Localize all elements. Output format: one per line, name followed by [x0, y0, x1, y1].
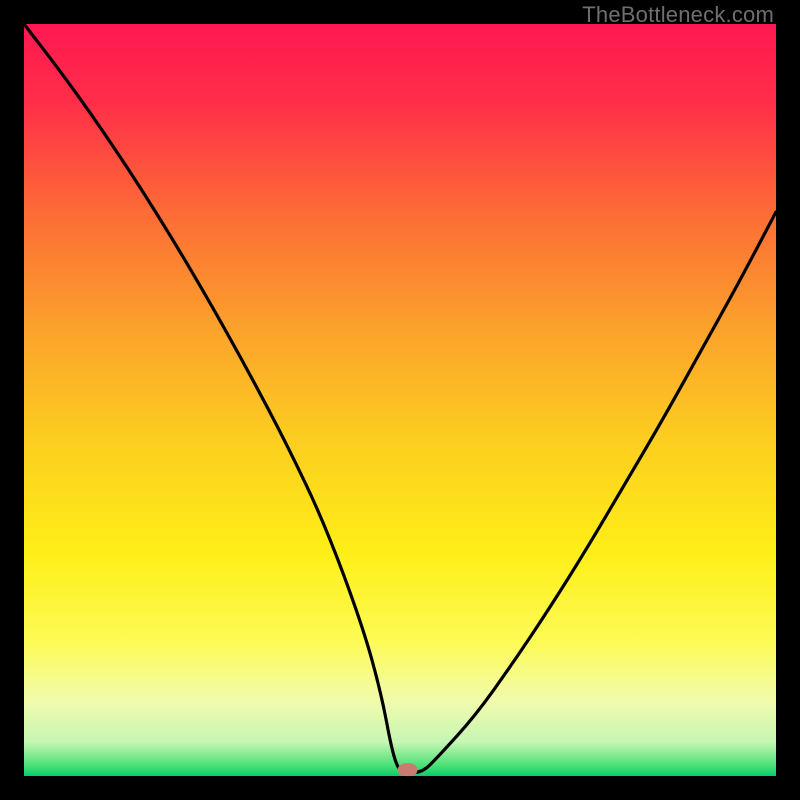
- chart-background: [24, 24, 776, 776]
- chart-frame: [24, 24, 776, 776]
- bottleneck-chart: [24, 24, 776, 776]
